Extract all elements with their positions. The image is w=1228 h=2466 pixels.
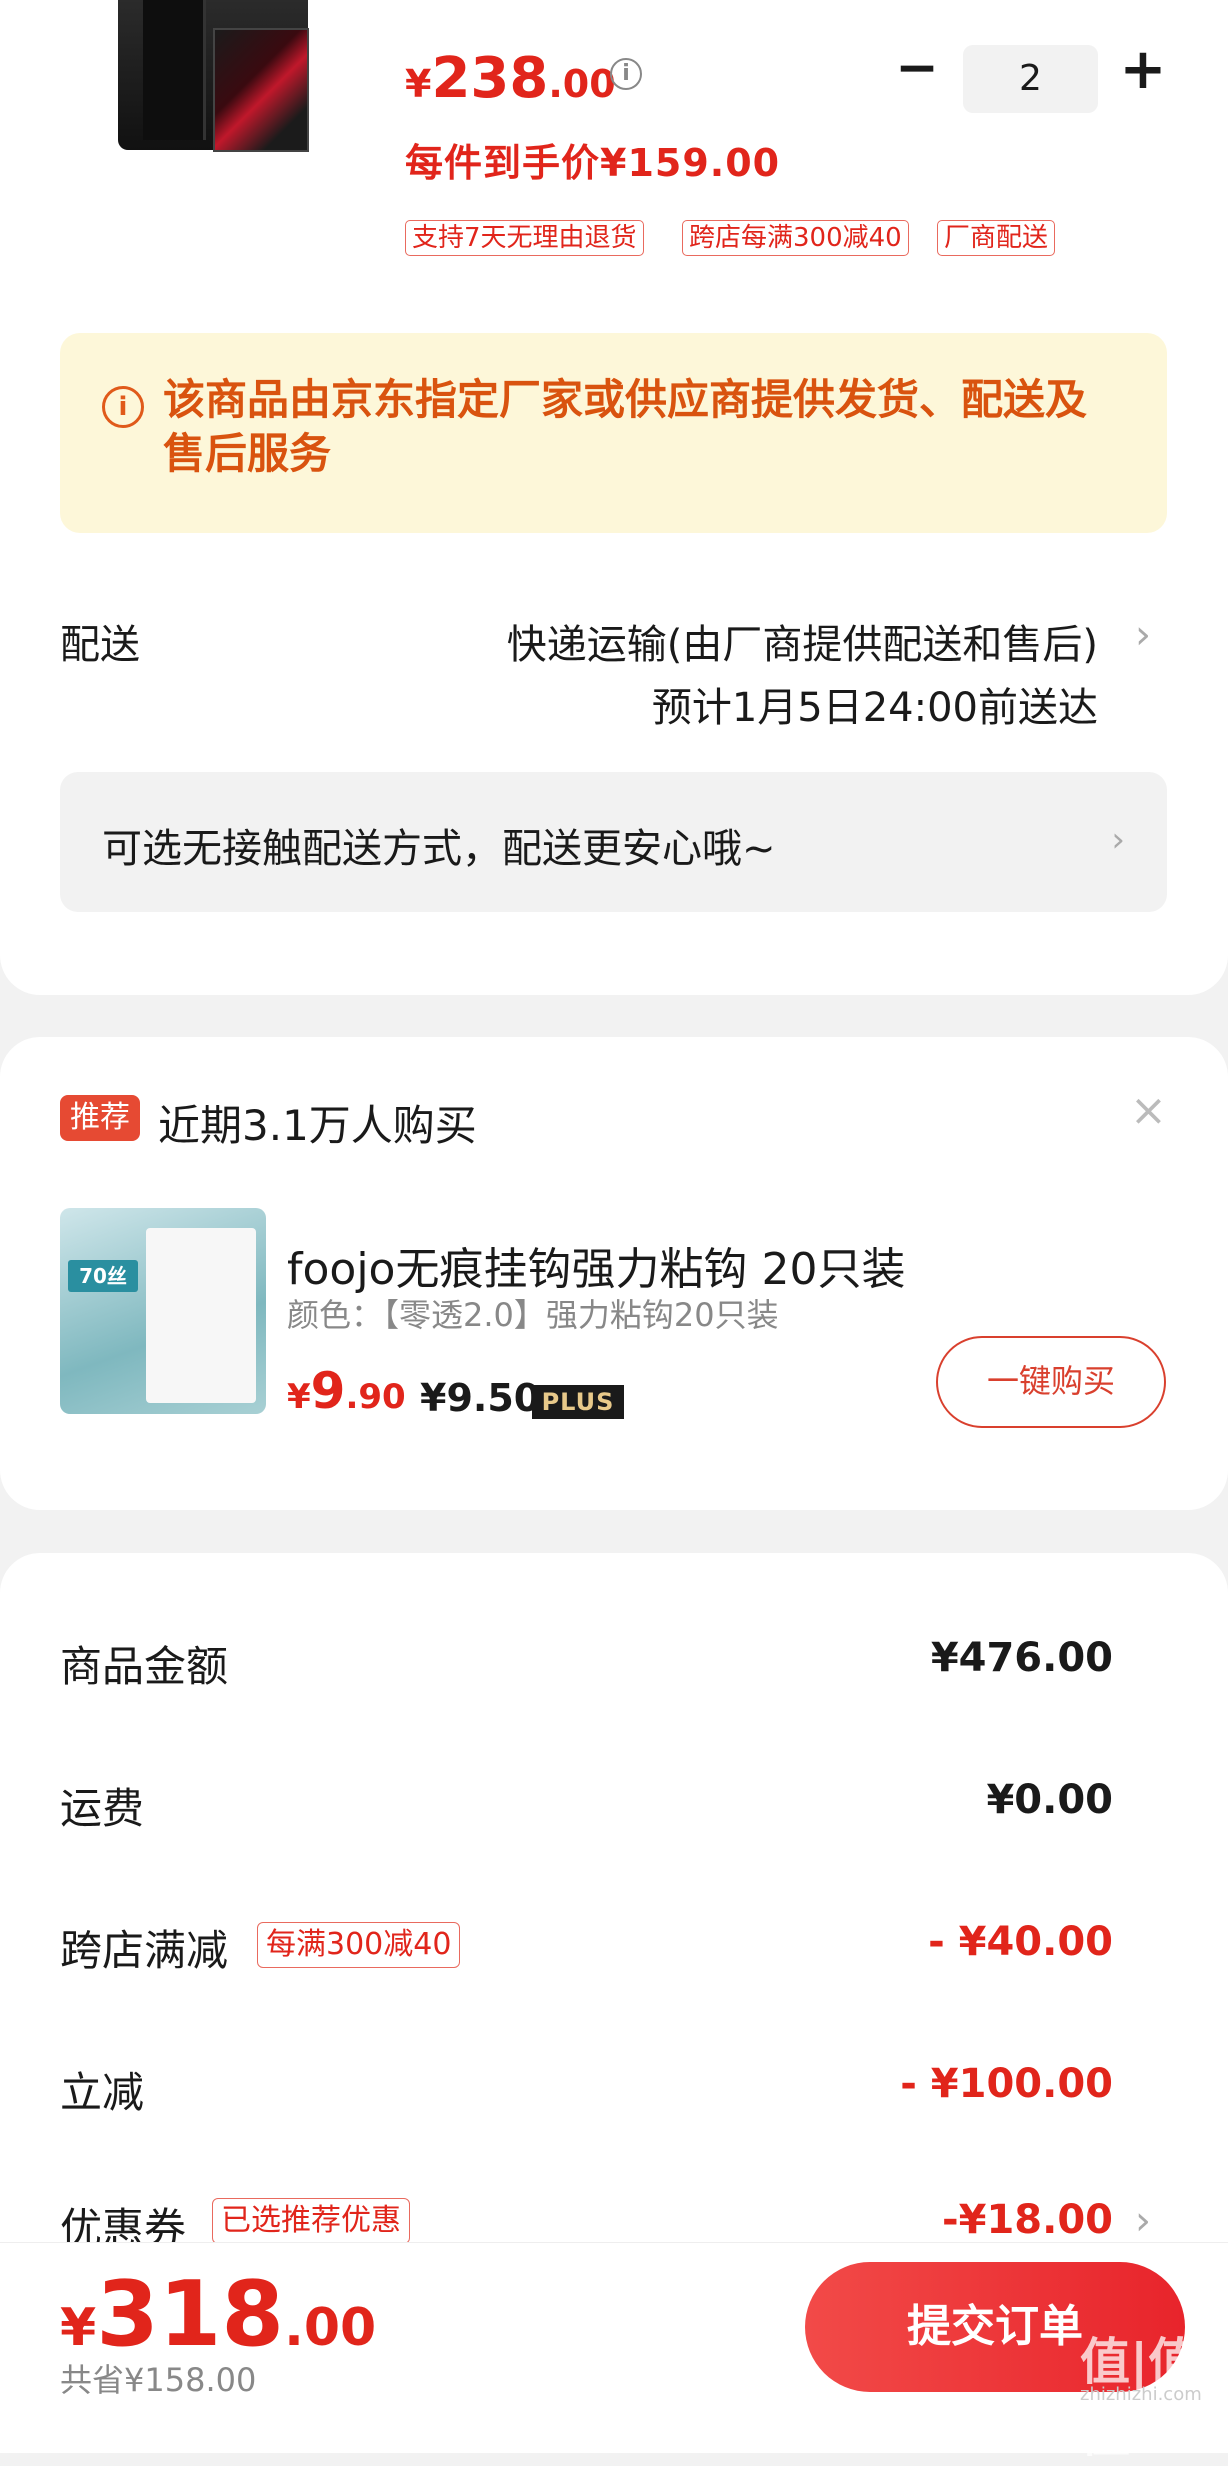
- instant-discount-label: 立减: [60, 2068, 145, 2117]
- product-lighter-graphic: [143, 0, 206, 140]
- order-item-card: ¥238.00 i − 2 + 每件到手价¥159.00 支持7天无理由退货 跨…: [0, 0, 1228, 995]
- price-info-icon[interactable]: i: [610, 58, 642, 90]
- per-item-final-price: 每件到手价¥159.00: [405, 141, 781, 185]
- freight-label: 运费: [60, 1784, 145, 1833]
- product-box-graphic: [146, 1228, 256, 1403]
- coupon-value[interactable]: -¥18.00: [942, 2197, 1113, 2243]
- tag-cross-store-discount: 跨店每满300减40: [682, 220, 909, 256]
- shipping-eta: 预计1月5日24:00前送达: [651, 685, 1098, 731]
- recommend-product-image[interactable]: 70丝: [60, 1208, 266, 1414]
- total-saved: 共省¥158.00: [60, 2361, 257, 2399]
- plus-badge: PLUS: [532, 1385, 624, 1419]
- recommend-title: 近期3.1万人购买: [158, 1101, 477, 1150]
- goods-amount-label: 商品金额: [60, 1642, 229, 1691]
- cross-store-discount-value: - ¥40.00: [928, 1919, 1113, 1965]
- goods-amount-value: ¥476.00: [930, 1635, 1113, 1681]
- cross-store-discount-label: 跨店满减: [60, 1926, 229, 1975]
- contactless-delivery-option[interactable]: 可选无接触配送方式，配送更安心哦~ ›: [60, 772, 1167, 912]
- recommend-product-name[interactable]: foojo无痕挂钩强力粘钩 20只装: [287, 1233, 905, 1297]
- tag-return-policy: 支持7天无理由退货: [405, 220, 644, 256]
- quantity-decrease-button[interactable]: −: [895, 42, 939, 94]
- order-total: ¥318.00: [60, 2262, 377, 2367]
- watermark-site: zhizhizhi.com: [1080, 2384, 1202, 2405]
- contactless-delivery-text: 可选无接触配送方式，配送更安心哦~: [102, 826, 776, 872]
- cross-store-discount-tag: 每满300减40: [257, 1922, 461, 1968]
- shipping-method[interactable]: 快递运输(由厂商提供配送和售后): [507, 612, 1098, 670]
- freight-value: ¥0.00: [986, 1777, 1113, 1823]
- coupon-chevron-right-icon[interactable]: ›: [1135, 2198, 1151, 2244]
- coupon-tag[interactable]: 已选推荐优惠: [212, 2198, 410, 2244]
- tag-vendor-delivery: 厂商配送: [937, 220, 1056, 256]
- shipping-chevron-right-icon[interactable]: ›: [1135, 612, 1151, 658]
- recommend-product-spec: 颜色：【零透2.0】强力粘钩20只装: [287, 1296, 779, 1334]
- product-price: ¥238.00: [405, 46, 616, 111]
- product-image[interactable]: [118, 0, 309, 152]
- close-icon[interactable]: ×: [1130, 1085, 1167, 1136]
- recommend-price: ¥9.90: [287, 1362, 406, 1420]
- image-badge: 70丝: [68, 1260, 138, 1292]
- recommend-plus-price: ¥9.50: [420, 1376, 541, 1420]
- vendor-notice-text: 该商品由京东指定厂家或供应商提供发货、配送及售后服务: [163, 375, 1088, 478]
- recommend-badge: 推荐: [60, 1095, 140, 1141]
- info-icon: i: [102, 386, 144, 428]
- quantity-input[interactable]: 2: [963, 45, 1098, 113]
- chevron-right-icon: ›: [1111, 820, 1125, 860]
- instant-discount-value: - ¥100.00: [900, 2061, 1113, 2107]
- vendor-notice: i 该商品由京东指定厂家或供应商提供发货、配送及售后服务: [60, 333, 1167, 533]
- quantity-increase-button[interactable]: +: [1118, 42, 1168, 98]
- one-click-buy-button[interactable]: 一键购买: [936, 1336, 1166, 1428]
- shipping-label: 配送: [60, 622, 140, 668]
- product-box-graphic: [213, 28, 309, 152]
